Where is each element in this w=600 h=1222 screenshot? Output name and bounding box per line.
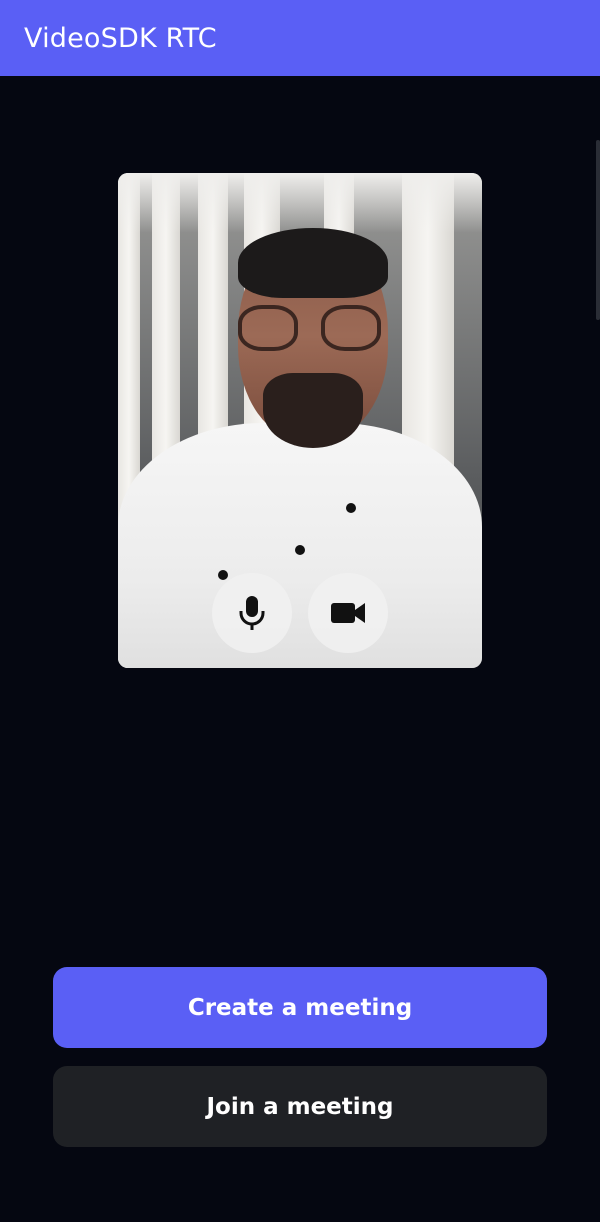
shirt-button [295,545,305,555]
glasses-left [238,305,298,351]
shirt-button [346,503,356,513]
mic-toggle-button[interactable] [212,573,292,653]
mic-icon [239,596,265,630]
camera-preview [118,173,482,668]
join-meeting-button[interactable]: Join a meeting [53,1066,547,1147]
shirt-button [218,570,228,580]
scroll-indicator [596,140,600,320]
person-hair [238,228,388,298]
camera-toggle-button[interactable] [308,573,388,653]
ceiling [118,173,482,233]
app-bar: VideoSDK RTC [0,0,600,76]
videocam-icon [331,603,365,623]
person-beard [263,373,363,448]
create-meeting-button[interactable]: Create a meeting [53,967,547,1048]
glasses-right [321,305,381,351]
app-title: VideoSDK RTC [24,22,217,54]
